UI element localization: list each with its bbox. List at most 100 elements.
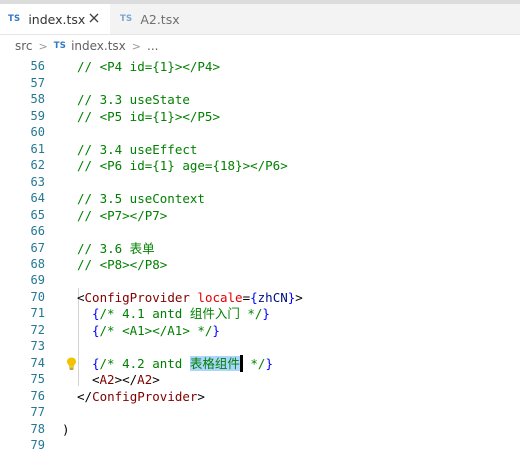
- code-text: // <P7></P7>: [77, 208, 168, 223]
- code-text: {/* 4.1 antd 组件入门 */}: [92, 305, 270, 322]
- token-tag: A2: [99, 372, 115, 387]
- code-text: // 3.3 useState: [77, 92, 190, 107]
- code-line: 70 <ConfigProvider locale={zhCN}>: [0, 289, 520, 306]
- token-brace: }: [212, 323, 220, 338]
- line-number: 66: [30, 224, 45, 238]
- line-number: 69: [30, 273, 45, 287]
- selected-text[interactable]: 表格组件: [189, 356, 240, 371]
- token-brace: {: [92, 306, 100, 321]
- typescript-file-icon: TS: [53, 41, 67, 51]
- line-number: 57: [30, 76, 45, 90]
- line-number: 64: [30, 191, 45, 205]
- token: ></: [114, 372, 138, 387]
- token: =: [242, 290, 251, 305]
- breadcrumb-file[interactable]: index.tsx: [71, 39, 126, 53]
- code-line: 75 <A2></A2>: [0, 371, 520, 388]
- line-number: 71: [30, 306, 45, 320]
- line-number: 62: [30, 158, 45, 172]
- line-number: 61: [30, 142, 45, 156]
- code-text: // <P6 id={1} age={18}></P6>: [77, 158, 288, 173]
- code-editor[interactable]: 56 // <P4 id={1}></P4> 57 58 // 3.3 useS…: [0, 58, 520, 452]
- token-comment: /* 4.2 antd: [99, 356, 190, 371]
- breadcrumb: src > TS index.tsx > ...: [0, 35, 520, 57]
- token-comment: /* 4.1 antd 组件入门 */: [99, 306, 263, 321]
- code-line: 56 // <P4 id={1}></P4>: [0, 58, 520, 75]
- code-text: // 3.4 useEffect: [77, 142, 198, 157]
- token: >: [197, 389, 205, 404]
- text-cursor: [239, 355, 243, 372]
- lightbulb-icon[interactable]: [66, 357, 77, 370]
- code-line: 64 // 3.5 useContext: [0, 190, 520, 207]
- token-tag: A2: [137, 372, 153, 387]
- code-line: 78 ): [0, 421, 520, 438]
- token-comment: */: [242, 356, 266, 371]
- line-number: 56: [30, 59, 45, 73]
- token-attribute: locale: [197, 290, 243, 305]
- tab-label: A2.tsx: [140, 11, 180, 27]
- chevron-right-icon: >: [38, 39, 48, 53]
- code-line: 65 // <P7></P7>: [0, 207, 520, 224]
- code-line: 59 // <P5 id={1}></P5>: [0, 108, 520, 125]
- token-brace: {: [92, 356, 100, 371]
- code-text: // 3.6 表单: [77, 241, 155, 256]
- line-number: 59: [30, 109, 45, 123]
- line-number: 60: [30, 125, 45, 139]
- token-tag: ConfigProvider: [92, 389, 198, 404]
- line-number: 75: [30, 372, 45, 386]
- code-text: <A2></A2>: [92, 371, 160, 388]
- token: <: [77, 290, 85, 305]
- code-text: <ConfigProvider locale={zhCN}>: [77, 289, 303, 306]
- code-line: 61 // 3.4 useEffect: [0, 141, 520, 158]
- code-text: {/* <A1></A1> */}: [92, 322, 220, 339]
- code-line: 74 {/* 4.2 antd 表格组件 */}: [0, 355, 520, 372]
- code-text: // <P4 id={1}></P4>: [77, 59, 220, 74]
- code-line: 58 // 3.3 useState: [0, 91, 520, 108]
- token: </: [77, 389, 93, 404]
- tab-a2-tsx[interactable]: TS A2.tsx: [112, 4, 202, 34]
- chevron-right-icon: >: [131, 39, 141, 53]
- editor-tab-bar: TS index.tsx TS A2.tsx: [0, 4, 520, 35]
- tab-index-tsx[interactable]: TS index.tsx: [0, 4, 110, 34]
- token-comment: /* <A1></A1> */: [99, 323, 213, 338]
- line-number: 67: [30, 241, 45, 255]
- breadcrumb-trail[interactable]: ...: [147, 39, 158, 53]
- code-line: 73: [0, 338, 520, 355]
- line-number: 73: [30, 339, 45, 353]
- typescript-file-icon: TS: [8, 14, 21, 24]
- code-line: 77: [0, 404, 520, 421]
- close-icon[interactable]: [88, 12, 100, 24]
- code-line: 67 // 3.6 表单: [0, 240, 520, 257]
- line-number: 77: [30, 405, 45, 419]
- token: >: [295, 290, 303, 305]
- line-number: 63: [30, 175, 45, 189]
- code-text: // <P8></P8>: [77, 257, 168, 272]
- code-text: </ConfigProvider>: [77, 388, 205, 405]
- code-text: {/* 4.2 antd 表格组件 */}: [92, 355, 273, 372]
- line-number: 65: [30, 208, 45, 222]
- code-line: 68 // <P8></P8>: [0, 256, 520, 273]
- code-line: 71 {/* 4.1 antd 组件入门 */}: [0, 305, 520, 322]
- token-tag: ConfigProvider: [84, 290, 190, 305]
- breadcrumb-folder[interactable]: src: [15, 39, 33, 53]
- code-line: 66: [0, 223, 520, 240]
- code-line: 72 {/* <A1></A1> */}: [0, 322, 520, 339]
- token: <: [92, 372, 100, 387]
- code-line: 57: [0, 75, 520, 92]
- code-line: 76 </ConfigProvider>: [0, 388, 520, 405]
- line-number: 68: [30, 257, 45, 271]
- line-number: 74: [30, 356, 45, 370]
- line-number: 72: [30, 323, 45, 337]
- line-number: 78: [30, 422, 45, 436]
- code-text: // 3.5 useContext: [77, 191, 205, 206]
- token: >: [152, 372, 160, 387]
- token-brace: {: [92, 323, 100, 338]
- code-line: 62 // <P6 id={1} age={18}></P6>: [0, 157, 520, 174]
- code-line: 69: [0, 272, 520, 289]
- code-line: 60: [0, 124, 520, 141]
- code-text: // <P5 id={1}></P5>: [77, 109, 220, 124]
- tab-label: index.tsx: [28, 11, 86, 27]
- token-brace: {: [250, 290, 258, 305]
- typescript-file-icon: TS: [120, 14, 133, 24]
- token-identifier: zhCN: [257, 290, 288, 305]
- line-number: 76: [30, 389, 45, 403]
